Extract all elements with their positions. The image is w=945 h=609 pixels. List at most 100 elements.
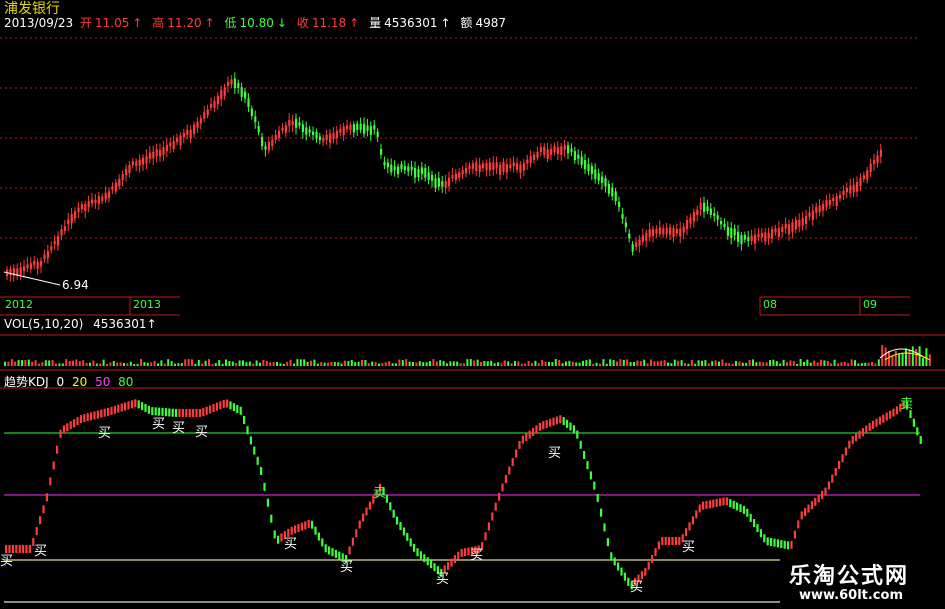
price-candle-body [468,165,471,170]
price-candle-body [250,108,253,116]
kdj-bar [351,537,354,546]
price-candle-body [172,141,175,149]
volume-bar [769,360,771,366]
kdj-bar [827,481,830,490]
volume-bar [782,359,785,366]
volume-bar [680,360,683,366]
price-candle-body [152,151,155,159]
volume-bar [847,363,850,366]
kdj-bar [460,548,463,557]
volume-bar [490,360,493,366]
price-candle-body [672,228,675,238]
kdj-bar [321,538,324,547]
price-candle-body [805,215,808,225]
volume-bar [415,362,418,366]
volume-bar [408,361,411,366]
price-candle-body [366,125,369,131]
price-candle-body [747,236,750,242]
price-candle-body [845,187,848,193]
kdj-bar [498,492,501,501]
kdj-bar [729,499,732,508]
volume-bar [626,359,629,366]
kdj-bar [545,420,548,429]
price-candle-body [553,146,556,153]
price-candle-body [220,90,223,100]
volume-bar [242,360,244,366]
kdj-bar [79,415,82,424]
volume-bar [446,363,448,366]
kdj-bar [878,416,881,425]
price-candle-body [546,149,549,160]
price-candle-body [451,175,454,179]
volume-bar [374,362,377,366]
volume-bar [269,362,272,366]
volume-bar [133,363,136,366]
volume-bar [180,363,183,366]
price-candle-body [301,124,304,132]
volume-bar [762,362,765,366]
price-candle-body [505,164,508,173]
volume-bar [884,347,887,366]
volume-bar [486,361,489,366]
volume-bar [48,360,51,366]
price-candle-body [63,226,66,231]
price-candle-body [386,162,389,168]
volume-bar [170,361,173,366]
kdj-bar [875,418,878,427]
kdj-bar [817,494,820,503]
price-candle-body [808,212,811,217]
kdj-trend-bars[interactable] [5,399,922,590]
year-label-2012: 2012 [5,298,33,311]
volume-bar [286,361,289,366]
volume-bar [439,360,442,366]
volume-bar [765,362,768,366]
volume-bar [17,360,20,366]
kdj-bar [834,467,837,476]
price-candle-body [822,203,825,211]
kdj-bar [763,534,766,543]
volume-bar [704,360,707,366]
volume-bar [388,361,391,366]
kdj-bar [538,422,541,431]
volume-bar [354,362,357,366]
price-candle-body [529,156,532,164]
kdj-bar [715,498,718,507]
price-candle-body [145,155,148,164]
volume-bar [551,362,554,366]
volume-bar [119,362,122,366]
price-candle-body [686,220,689,230]
price-candle-body [176,137,179,143]
volume-bar [282,363,285,366]
price-candle-body [169,142,172,147]
volume-bar [599,363,601,366]
kdj-bar [712,499,715,508]
kdj-level-80-label: 80 [118,375,134,389]
price-candle-body [563,145,566,151]
price-candles[interactable] [6,72,882,282]
volume-bar [673,359,676,366]
price-candle-body [655,228,658,234]
volume-bar [752,359,754,366]
kdj-bar [807,504,810,513]
kdj-bar [324,544,327,553]
price-candle-body [777,228,780,237]
volume-bars[interactable] [4,345,931,366]
volume-bar [456,361,459,366]
volume-bar [520,363,523,366]
volume-bar [527,360,530,366]
price-candle-body [295,118,298,128]
volume-bar [891,356,894,366]
price-candle-body [186,129,189,135]
volume-bar [721,359,724,366]
kdj-bar [83,414,86,423]
volume-bar [507,361,510,366]
volume-bar [469,359,472,366]
price-candle-body [478,164,481,172]
sell-signal: 卖 [900,397,914,412]
price-candle-body [645,232,648,241]
price-candle-body [125,168,128,175]
price-candle-body [233,78,236,89]
kdj-bar [260,467,263,475]
volume-bar [735,360,737,366]
kdj-bar [277,535,280,544]
